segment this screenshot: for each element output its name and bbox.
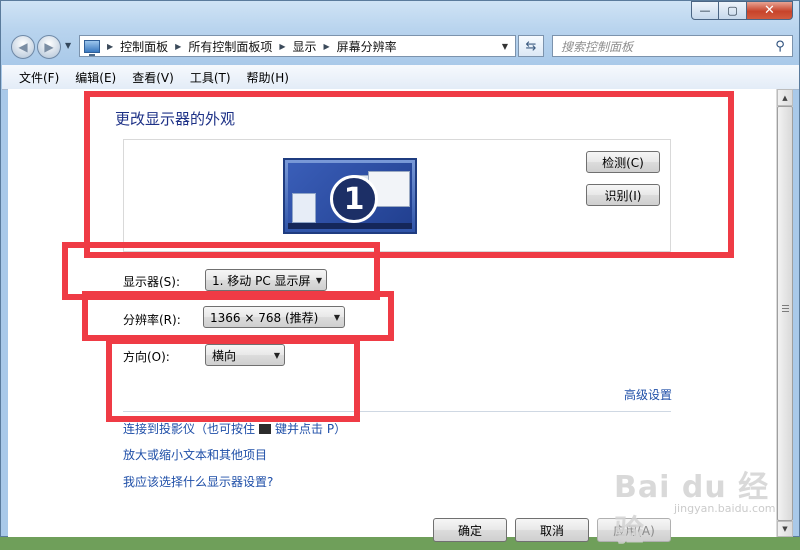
recent-pages-dropdown[interactable]: ▼ bbox=[65, 41, 75, 53]
menu-help[interactable]: 帮助(H) bbox=[239, 69, 297, 86]
breadcrumb-control-panel[interactable]: 控制面板 bbox=[120, 38, 168, 55]
menu-file[interactable]: 文件(F) bbox=[2, 69, 67, 86]
breadcrumb-all-items[interactable]: 所有控制面板项 bbox=[188, 38, 272, 55]
watermark-url: jingyan.baidu.com bbox=[674, 502, 776, 515]
projector-link-text-end: 键并点击 P） bbox=[275, 422, 347, 436]
forward-button[interactable]: ▶ bbox=[37, 35, 61, 59]
refresh-button[interactable]: ⇆ bbox=[518, 35, 544, 57]
scroll-up-button[interactable]: ▲ bbox=[777, 89, 793, 106]
breadcrumb-chevron-icon[interactable]: ▶ bbox=[324, 42, 330, 51]
breadcrumb-screen-resolution[interactable]: 屏幕分辨率 bbox=[337, 38, 397, 55]
menu-view[interactable]: 查看(V) bbox=[124, 69, 182, 86]
projector-link[interactable]: 连接到投影仪（也可按住 键并点击 P） bbox=[123, 420, 346, 437]
scrollbar-thumb[interactable] bbox=[777, 106, 793, 521]
breadcrumb-chevron-icon[interactable]: ▶ bbox=[279, 42, 285, 51]
breadcrumb-chevron-icon[interactable]: ▶ bbox=[107, 42, 113, 51]
ok-button[interactable]: 确定 bbox=[433, 518, 507, 542]
maximize-icon: ▢ bbox=[727, 4, 738, 17]
windows-logo-icon bbox=[259, 424, 272, 434]
annotation-box-orientation bbox=[106, 338, 360, 422]
minimize-button[interactable]: — bbox=[691, 1, 719, 20]
caption-buttons: — ▢ ✕ bbox=[691, 1, 793, 20]
menu-bar: 文件(F) 编辑(E) 查看(V) 工具(T) 帮助(H) bbox=[2, 65, 799, 90]
projector-link-text: 连接到投影仪（也可按住 bbox=[123, 422, 256, 436]
back-arrow-icon: ◀ bbox=[18, 40, 28, 54]
search-icon[interactable]: ⚲ bbox=[772, 38, 788, 54]
search-input[interactable]: 搜索控制面板 bbox=[561, 38, 772, 55]
search-box[interactable]: 搜索控制面板 ⚲ bbox=[552, 35, 793, 57]
advanced-settings-link[interactable]: 高级设置 bbox=[624, 386, 672, 403]
close-icon: ✕ bbox=[764, 3, 775, 18]
menu-tools[interactable]: 工具(T) bbox=[182, 69, 239, 86]
text-size-link[interactable]: 放大或缩小文本和其他项目 bbox=[123, 446, 267, 463]
address-bar[interactable]: ▶ 控制面板 ▶ 所有控制面板项 ▶ 显示 ▶ 屏幕分辨率 ▼ bbox=[79, 35, 516, 57]
maximize-button[interactable]: ▢ bbox=[719, 1, 747, 20]
refresh-icon: ⇆ bbox=[525, 38, 537, 54]
breadcrumb-chevron-icon[interactable]: ▶ bbox=[175, 42, 181, 51]
annotation-box-appearance bbox=[84, 91, 734, 258]
minimize-icon: — bbox=[699, 4, 711, 17]
back-button[interactable]: ◀ bbox=[11, 35, 35, 59]
menu-edit[interactable]: 编辑(E) bbox=[67, 69, 124, 86]
close-button[interactable]: ✕ bbox=[747, 1, 793, 20]
grip-icon bbox=[782, 305, 789, 313]
forward-arrow-icon: ▶ bbox=[44, 40, 54, 54]
display-settings-help-link[interactable]: 我应该选择什么显示器设置? bbox=[123, 473, 273, 490]
annotation-box-resolution bbox=[82, 291, 394, 341]
breadcrumb-display[interactable]: 显示 bbox=[293, 38, 317, 55]
control-panel-icon bbox=[84, 39, 100, 56]
baidu-watermark: Bai du 经验 jingyan.baidu.com bbox=[614, 462, 790, 549]
cancel-button[interactable]: 取消 bbox=[515, 518, 589, 542]
address-dropdown-icon[interactable]: ▼ bbox=[497, 36, 513, 56]
